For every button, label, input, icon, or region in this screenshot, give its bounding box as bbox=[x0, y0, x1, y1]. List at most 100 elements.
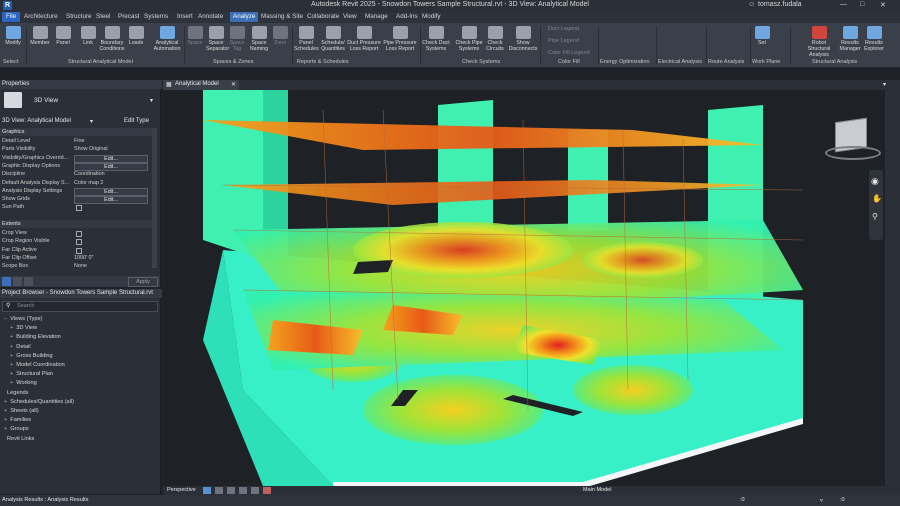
pan-icon[interactable]: ✋ bbox=[872, 194, 882, 203]
menu-tab-add-ins[interactable]: Add-Ins bbox=[396, 13, 418, 20]
expand-toggle-icon[interactable]: + bbox=[10, 362, 13, 368]
maximize-icon[interactable]: □ bbox=[860, 1, 864, 8]
check-duct-button[interactable]: Check Duct Systems bbox=[421, 24, 451, 58]
3d-viewport[interactable]: ◉ ✋ ⚲ bbox=[163, 90, 885, 486]
edit-type-button[interactable]: Edit Type bbox=[124, 118, 149, 124]
results-explorer-button[interactable]: Results Explorer bbox=[862, 24, 886, 58]
browser-item[interactable]: + Schedules/Quantities (all) bbox=[4, 398, 74, 406]
zoom-icon[interactable]: ⚲ bbox=[872, 212, 878, 221]
menu-tab-view[interactable]: View bbox=[343, 13, 357, 20]
menu-tab-analyze[interactable]: Analyze bbox=[230, 12, 259, 22]
expand-toggle-icon[interactable]: + bbox=[10, 334, 13, 340]
layers-tab-icon[interactable] bbox=[24, 277, 33, 286]
user-icon[interactable]: ☺ bbox=[748, 1, 755, 8]
ribbon-panel-6[interactable]: Energy Optimization bbox=[600, 59, 650, 65]
reveal-hidden-icon[interactable] bbox=[263, 487, 271, 494]
expand-toggle-icon[interactable]: + bbox=[4, 408, 7, 414]
section-graphics[interactable]: Graphics bbox=[0, 128, 152, 136]
expand-toggle-icon[interactable]: + bbox=[4, 417, 7, 423]
browser-tab-icon[interactable] bbox=[13, 277, 22, 286]
ribbon-panel-7[interactable]: Electrical Analysis bbox=[658, 59, 702, 65]
menu-tab-annotate[interactable]: Annotate bbox=[198, 13, 223, 20]
set-button[interactable]: Set bbox=[752, 24, 772, 58]
property-checkbox[interactable] bbox=[76, 239, 82, 246]
instance-filter[interactable]: 3D View: Analytical Model bbox=[2, 118, 71, 124]
automation-button[interactable]: Analytical Automation bbox=[151, 24, 183, 58]
schedule-button[interactable]: Panel Schedules bbox=[294, 24, 319, 58]
user-name[interactable]: tomasz.fudala bbox=[758, 1, 802, 8]
properties-tab-icon[interactable] bbox=[2, 277, 11, 286]
expand-toggle-icon[interactable]: + bbox=[10, 371, 13, 377]
chevron-down-icon[interactable]: ▾ bbox=[150, 97, 153, 104]
ribbon-panel-3[interactable]: Reports & Schedules bbox=[297, 59, 349, 65]
pipe-button[interactable]: Pipe Pressure Loss Report bbox=[383, 24, 417, 58]
circuits-button[interactable]: Check Circuits bbox=[484, 24, 506, 58]
property-checkbox[interactable] bbox=[76, 231, 82, 237]
analytical-model-view[interactable] bbox=[163, 90, 885, 486]
cursor-button[interactable]: Modify bbox=[2, 24, 24, 58]
property-value[interactable]: Show Original bbox=[74, 145, 108, 153]
browser-item[interactable]: + Groups bbox=[4, 425, 29, 433]
instance-chevron-icon[interactable]: ▾ bbox=[90, 118, 93, 125]
ribbon-panel-9[interactable]: Work Plane bbox=[752, 59, 780, 65]
property-checkbox[interactable] bbox=[76, 247, 82, 254]
disconnect-button[interactable]: Show Disconnects bbox=[508, 24, 538, 58]
browser-item[interactable]: + Model Coordination bbox=[10, 361, 65, 369]
minimize-icon[interactable]: — bbox=[840, 1, 847, 8]
steering-wheel-icon[interactable]: ◉ bbox=[871, 176, 879, 187]
browser-item[interactable]: − Views (Type) bbox=[4, 315, 43, 323]
browser-item[interactable]: + Working bbox=[10, 379, 37, 387]
check-pipe-button[interactable]: Check Pipe Systems bbox=[454, 24, 484, 58]
ribbon-panel-2[interactable]: Spaces & Zones bbox=[213, 59, 253, 65]
naming-button[interactable]: Space Naming bbox=[249, 24, 269, 58]
ribbon-panel-5[interactable]: Color Fill bbox=[558, 59, 580, 65]
space-button[interactable]: Space bbox=[186, 24, 204, 58]
menu-tab-systems[interactable]: Systems bbox=[144, 13, 168, 20]
apply-button[interactable]: Apply bbox=[128, 277, 158, 287]
separator-button[interactable]: Space Separator bbox=[206, 24, 229, 58]
link-button[interactable]: Link bbox=[78, 24, 98, 58]
ribbon-panel-10[interactable]: Structural Analysis bbox=[812, 59, 857, 65]
browser-item[interactable]: + Detail bbox=[10, 343, 31, 351]
expand-toggle-icon[interactable]: + bbox=[10, 325, 13, 331]
browser-item[interactable]: + Building Elevation bbox=[10, 333, 61, 341]
ribbon-panel-0[interactable]: Select bbox=[3, 59, 18, 65]
main-model-selector[interactable]: Main Model bbox=[583, 487, 611, 493]
browser-item[interactable]: + Sheets (all) bbox=[4, 407, 39, 415]
expand-toggle-icon[interactable]: + bbox=[10, 380, 13, 386]
view-mode[interactable]: Perspective bbox=[167, 487, 196, 493]
viewport-scrollbar[interactable] bbox=[885, 90, 900, 486]
property-value[interactable]: 1000' 0" bbox=[74, 254, 93, 262]
property-value[interactable]: None bbox=[74, 262, 87, 270]
property-value[interactable]: Coordination bbox=[74, 170, 105, 178]
property-checkbox[interactable] bbox=[76, 205, 82, 212]
robot-button[interactable]: Robot Structural Analysis bbox=[802, 24, 836, 58]
property-value[interactable]: Fine bbox=[74, 137, 85, 145]
close-icon[interactable]: ✕ bbox=[880, 1, 886, 9]
view-tab[interactable]: ▦ Analytical Model ✕ bbox=[163, 80, 239, 90]
expand-toggle-icon[interactable]: + bbox=[4, 399, 7, 405]
section-extents[interactable]: Extents bbox=[0, 220, 152, 228]
crop-icon[interactable] bbox=[239, 487, 247, 494]
menu-tab-modify[interactable]: Modify bbox=[422, 13, 441, 20]
browser-item[interactable]: Revit Links bbox=[4, 435, 34, 443]
zone-button[interactable]: Zone bbox=[271, 24, 289, 58]
search-input[interactable]: Search bbox=[17, 303, 34, 309]
shadows-icon[interactable] bbox=[227, 487, 235, 494]
browser-item[interactable]: +3D View bbox=[10, 324, 37, 332]
results-manager-button[interactable]: Results Manager bbox=[838, 24, 862, 58]
expand-toggle-icon[interactable]: − bbox=[4, 316, 7, 322]
menu-tab-manage[interactable]: Manage bbox=[365, 13, 388, 20]
menu-tab-insert[interactable]: Insert bbox=[177, 13, 193, 20]
visual-style-icon[interactable] bbox=[203, 487, 211, 494]
menu-tab-architecture[interactable]: Architecture bbox=[24, 13, 58, 20]
boundary-button[interactable]: Boundary Conditions bbox=[99, 24, 125, 58]
viewcube-ring[interactable] bbox=[825, 146, 881, 160]
temporary-hide-icon[interactable] bbox=[251, 487, 259, 494]
legend-button-1[interactable]: Pipe Legend bbox=[548, 38, 579, 44]
panel-button[interactable]: Panel bbox=[52, 24, 74, 58]
duct-button[interactable]: Duct Pressure Loss Report bbox=[347, 24, 381, 58]
menu-tab-massing-site[interactable]: Massing & Site bbox=[261, 13, 303, 20]
loads-button[interactable]: Loads bbox=[126, 24, 146, 58]
property-value[interactable]: Color map 2 bbox=[74, 179, 103, 187]
